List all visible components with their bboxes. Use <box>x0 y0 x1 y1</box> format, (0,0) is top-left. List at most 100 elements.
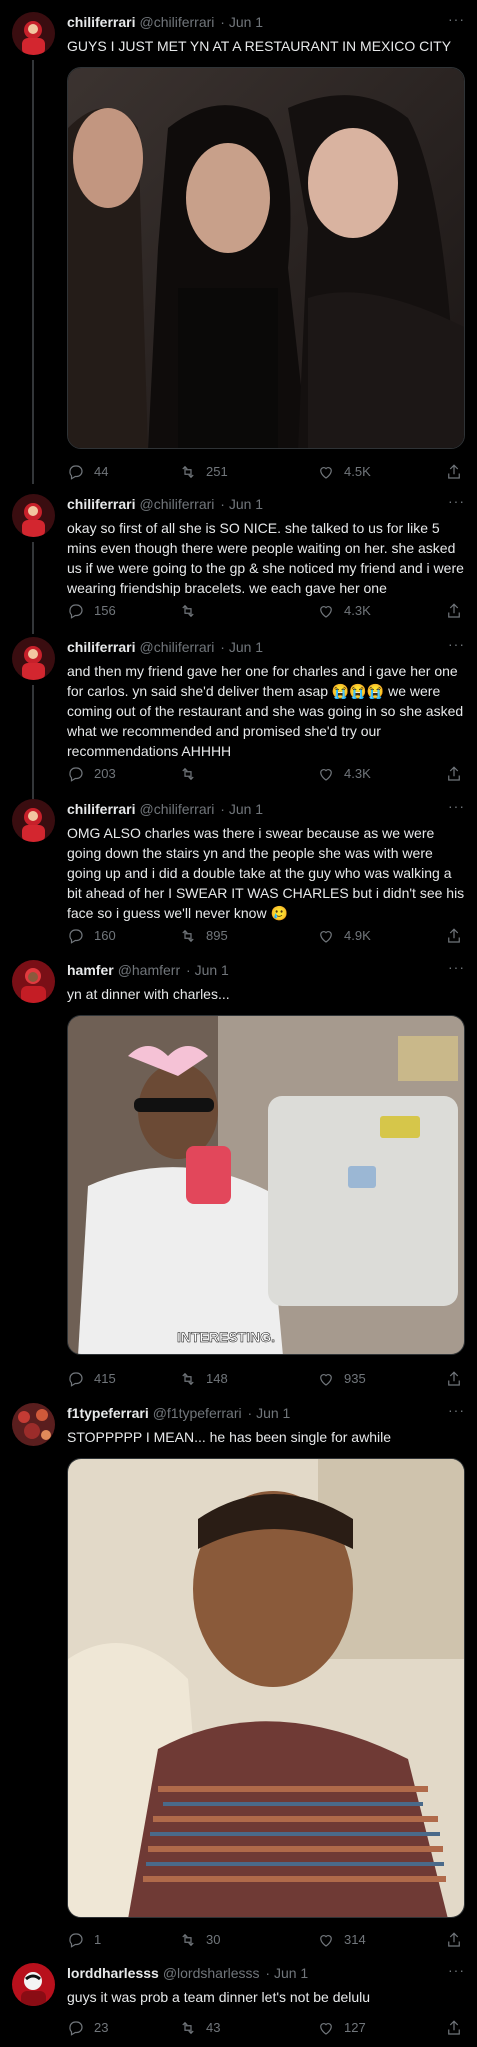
like-button[interactable]: 4.3K <box>317 764 371 784</box>
display-name[interactable]: hamfer <box>67 962 114 978</box>
avatar[interactable] <box>12 799 55 842</box>
tweet-thread: chiliferrari @chiliferrari · Jun 1 ··· GU… <box>0 0 477 2047</box>
tweet[interactable]: chiliferrari @chiliferrari · Jun 1 ··· GU… <box>0 12 477 486</box>
tweet-date[interactable]: · Jun 1 <box>220 639 263 655</box>
tweet-header: chiliferrari @chiliferrari · Jun 1 <box>67 799 463 819</box>
tweet-gif[interactable]: INTERESTING. <box>67 1015 465 1355</box>
avatar[interactable] <box>12 1963 55 2006</box>
reply-button[interactable]: 44 <box>67 462 108 482</box>
retweet-button[interactable]: 251 <box>179 462 228 482</box>
share-button[interactable] <box>445 462 463 482</box>
like-count: 4.3K <box>344 603 371 618</box>
retweet-button[interactable]: 43 <box>179 2018 220 2038</box>
share-icon <box>448 766 460 781</box>
display-name[interactable]: f1typeferrari <box>67 1405 149 1421</box>
retweet-button[interactable]: 895 <box>179 926 228 946</box>
reply-button[interactable]: 23 <box>67 2018 108 2038</box>
tweet-date[interactable]: · Jun 1 <box>265 1965 308 1981</box>
tweet[interactable]: chiliferrari @chiliferrari · Jun 1 ··· ok… <box>0 494 477 634</box>
reply-count: 415 <box>94 1371 116 1386</box>
retweet-count: 30 <box>206 1932 221 1947</box>
like-button[interactable]: 4.5K <box>317 462 371 482</box>
tweet-header: chiliferrari @chiliferrari · Jun 1 <box>67 494 463 514</box>
user-handle[interactable]: @hamferr <box>118 962 180 978</box>
tweet[interactable]: hamfer @hamferr · Jun 1 ··· yn at dinner … <box>0 960 477 1387</box>
share-button[interactable] <box>445 926 463 946</box>
like-count: 935 <box>344 1371 366 1386</box>
avatar[interactable] <box>12 494 55 537</box>
like-button[interactable]: 935 <box>317 1369 366 1389</box>
avatar[interactable] <box>12 637 55 680</box>
reply-icon <box>69 767 83 782</box>
user-handle[interactable]: @chiliferrari <box>139 496 214 512</box>
tweet-date[interactable]: · Jun 1 <box>220 801 263 817</box>
retweet-button[interactable]: 148 <box>179 1369 228 1389</box>
heart-icon <box>320 1935 332 1947</box>
tweet-date[interactable]: · Jun 1 <box>186 962 229 978</box>
reply-button[interactable]: 1 <box>67 1930 101 1950</box>
avatar[interactable] <box>12 12 55 55</box>
reply-count: 203 <box>94 766 116 781</box>
share-icon <box>448 1932 460 1947</box>
more-options-icon[interactable]: ··· <box>448 960 465 974</box>
reply-icon <box>69 929 83 944</box>
tweet-header: chiliferrari @chiliferrari · Jun 1 <box>67 12 463 32</box>
retweet-icon <box>182 1372 194 1386</box>
user-handle[interactable]: @chiliferrari <box>139 639 214 655</box>
like-button[interactable]: 314 <box>317 1930 366 1950</box>
tweet-photo[interactable] <box>67 67 465 449</box>
tweet-text: okay so first of all she is SO NICE. she… <box>67 520 464 596</box>
more-options-icon[interactable]: ··· <box>448 494 465 508</box>
display-name[interactable]: chiliferrari <box>67 639 135 655</box>
tweet[interactable]: lorddharlesss @lordsharlesss · Jun 1 ··· … <box>0 1963 477 2047</box>
more-options-icon[interactable]: ··· <box>448 1403 465 1417</box>
more-options-icon[interactable]: ··· <box>448 637 465 651</box>
retweet-button[interactable] <box>179 764 206 784</box>
reply-button[interactable]: 160 <box>67 926 116 946</box>
share-button[interactable] <box>445 1369 463 1389</box>
tweet[interactable]: f1typeferrari @f1typeferrari · Jun 1 ··· … <box>0 1403 477 1950</box>
tweet-text: OMG ALSO charles was there i swear becau… <box>67 825 465 921</box>
share-button[interactable] <box>445 1930 463 1950</box>
tweet-actions: 203 4.3K <box>67 764 465 784</box>
like-button[interactable]: 4.3K <box>317 601 371 621</box>
retweet-icon <box>182 929 194 943</box>
tweet-date[interactable]: · Jun 1 <box>248 1405 291 1421</box>
retweet-icon <box>182 2021 194 2035</box>
heart-icon <box>320 467 332 479</box>
like-button[interactable]: 4.9K <box>317 926 371 946</box>
user-handle[interactable]: @f1typeferrari <box>153 1405 242 1421</box>
display-name[interactable]: lorddharlesss <box>67 1965 159 1981</box>
display-name[interactable]: chiliferrari <box>67 496 135 512</box>
tweet[interactable]: chiliferrari @chiliferrari · Jun 1 ··· OM… <box>0 799 477 947</box>
share-button[interactable] <box>445 764 463 784</box>
share-button[interactable] <box>445 2018 463 2038</box>
reply-button[interactable]: 415 <box>67 1369 116 1389</box>
tweet[interactable]: chiliferrari @chiliferrari · Jun 1 ··· an… <box>0 637 477 799</box>
user-handle[interactable]: @chiliferrari <box>139 801 214 817</box>
share-icon <box>448 1371 460 1386</box>
tweet-photo[interactable] <box>67 1458 465 1918</box>
tweet-header: chiliferrari @chiliferrari · Jun 1 <box>67 637 463 657</box>
share-button[interactable] <box>445 601 463 621</box>
reply-count: 160 <box>94 928 116 943</box>
like-button[interactable]: 127 <box>317 2018 366 2038</box>
avatar[interactable] <box>12 1403 55 1446</box>
avatar[interactable] <box>12 960 55 1003</box>
reply-button[interactable]: 203 <box>67 764 116 784</box>
retweet-button[interactable]: 30 <box>179 1930 220 1950</box>
like-count: 127 <box>344 2020 366 2035</box>
display-name[interactable]: chiliferrari <box>67 801 135 817</box>
display-name[interactable]: chiliferrari <box>67 14 135 30</box>
retweet-button[interactable] <box>179 601 206 621</box>
user-handle[interactable]: @chiliferrari <box>139 14 214 30</box>
more-options-icon[interactable]: ··· <box>448 799 465 813</box>
more-options-icon[interactable]: ··· <box>448 12 465 26</box>
like-count: 4.5K <box>344 464 371 479</box>
more-options-icon[interactable]: ··· <box>448 1963 465 1977</box>
reply-button[interactable]: 156 <box>67 601 116 621</box>
retweet-count: 148 <box>206 1371 228 1386</box>
tweet-date[interactable]: · Jun 1 <box>220 496 263 512</box>
user-handle[interactable]: @lordsharlesss <box>163 1965 260 1981</box>
tweet-date[interactable]: · Jun 1 <box>220 14 263 30</box>
